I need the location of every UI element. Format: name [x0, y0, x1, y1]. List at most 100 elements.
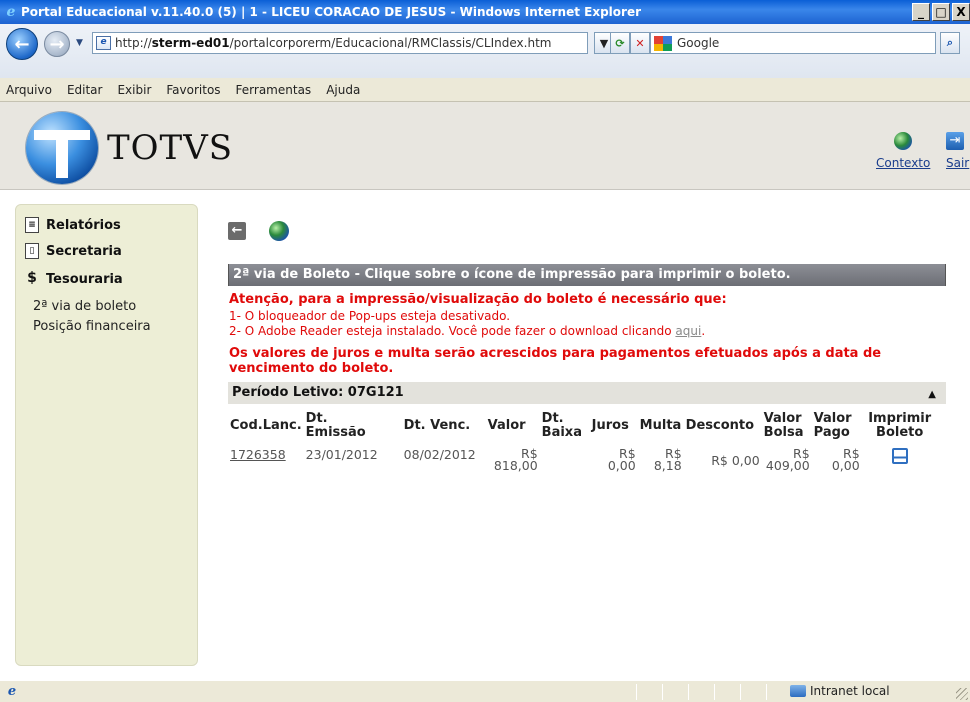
- ie-icon: e: [6, 4, 16, 20]
- warning-item-2-text: 2- O Adobe Reader esteja instalado. Você…: [229, 324, 676, 338]
- cell-multa: R$ 8,18: [638, 444, 684, 476]
- search-input[interactable]: Google: [650, 32, 936, 54]
- zone-label: Intranet local: [810, 684, 890, 698]
- world-icon[interactable]: [269, 221, 289, 241]
- exit-icon: ⇥: [946, 132, 964, 150]
- sidebar-item-tesouraria[interactable]: $ Tesouraria: [25, 271, 123, 287]
- table-header-row: Cod.Lanc. Dt. Emissão Dt. Venc. Valor Dt.…: [228, 408, 938, 444]
- window-title: Portal Educacional v.11.40.0 (5) | 1 - L…: [21, 5, 642, 19]
- col-imprimir: Imprimir Boleto: [862, 408, 938, 444]
- search-placeholder: Google: [677, 36, 720, 50]
- dropdown-arrow-icon: ▼: [599, 36, 609, 50]
- menu-exibir[interactable]: Exibir: [111, 83, 160, 97]
- col-pago-1: Valor: [813, 411, 852, 426]
- status-divider: [662, 684, 663, 700]
- multa-amount: 8,18: [653, 458, 682, 473]
- cell-desconto: R$ 0,00: [711, 453, 760, 468]
- title-bar[interactable]: e Portal Educacional v.11.40.0 (5) | 1 -…: [0, 0, 970, 24]
- menu-ajuda[interactable]: Ajuda: [320, 83, 369, 97]
- warning-title: Atenção, para a impressão/visualização d…: [229, 292, 727, 307]
- sidebar-subitem-posicao[interactable]: Posição financeira: [33, 319, 151, 334]
- sidebar-subitem-boleto[interactable]: 2ª via de boleto: [33, 299, 136, 314]
- col-juros: Juros: [591, 418, 629, 433]
- valor-amount: 818,00: [493, 458, 538, 473]
- back-nav-button[interactable]: ←: [6, 28, 38, 60]
- section-title: 2ª via de Boleto - Clique sobre o ícone …: [228, 264, 946, 286]
- intranet-icon: [790, 685, 806, 697]
- sidebar-item-secretaria[interactable]: ▯ Secretaria: [25, 243, 122, 259]
- col-desconto: Desconto: [685, 418, 755, 433]
- status-divider: [636, 684, 637, 700]
- download-link[interactable]: aqui: [675, 324, 701, 338]
- cell-cod: 1726358: [228, 444, 304, 476]
- resize-grip-icon[interactable]: [956, 688, 968, 700]
- interest-note-line-1: Os valores de juros e multa serão acresc…: [229, 346, 882, 361]
- close-button[interactable]: X: [952, 3, 970, 21]
- cell-pago: R$ 0,00: [812, 444, 862, 476]
- globe-icon: [894, 132, 913, 150]
- menu-arquivo[interactable]: Arquivo: [0, 83, 61, 97]
- menu-favoritos[interactable]: Favoritos: [160, 83, 229, 97]
- context-link[interactable]: Contexto: [876, 156, 930, 170]
- back-arrow-icon: ←: [231, 223, 243, 238]
- col-emissao-2: Emissão: [305, 425, 366, 440]
- clipboard-icon: ▯: [25, 243, 39, 259]
- dollar-icon: $: [27, 270, 37, 286]
- security-zone[interactable]: Intranet local: [790, 684, 890, 698]
- url-prefix: http://: [115, 36, 152, 50]
- sidebar-item-relatorios[interactable]: ≡ Relatórios: [25, 217, 121, 233]
- cell-imprimir: [862, 444, 938, 476]
- col-imprimir-2: Boleto: [876, 425, 924, 440]
- context-button[interactable]: Contexto: [876, 132, 930, 170]
- collapse-icon[interactable]: ▲: [928, 384, 936, 406]
- col-cod: Cod.Lanc.: [230, 418, 302, 433]
- exit-link[interactable]: Sair: [946, 156, 969, 170]
- address-toolbar: ← → ▼ e http://sterm-ed01/portalcorporer…: [0, 24, 970, 78]
- status-bar: e Intranet local: [0, 680, 970, 702]
- maximize-button[interactable]: □: [932, 3, 950, 21]
- col-emissao-1: Dt.: [305, 411, 328, 426]
- col-baixa: Dt. Baixa: [540, 408, 590, 444]
- col-valor: Valor: [487, 418, 526, 433]
- status-divider: [688, 684, 689, 700]
- url-path: /portalcorporerm/Educacional/RMClassis/C…: [229, 36, 552, 50]
- col-emissao: Dt. Emissão: [304, 408, 402, 444]
- warning-item-2: 2- O Adobe Reader esteja instalado. Você…: [229, 324, 705, 338]
- sidebar-item-label: Tesouraria: [46, 271, 123, 287]
- history-dropdown-icon[interactable]: ▼: [76, 38, 83, 48]
- pago-amount: 0,00: [831, 458, 860, 473]
- menu-editar[interactable]: Editar: [61, 83, 112, 97]
- menu-bar: Arquivo Editar Exibir Favoritos Ferramen…: [0, 78, 970, 102]
- back-button[interactable]: ←: [228, 222, 246, 240]
- col-baixa-2: Baixa: [541, 425, 582, 440]
- warning-item-2-end: .: [701, 324, 706, 338]
- totvs-logo-icon: [26, 112, 98, 184]
- report-icon: ≡: [25, 217, 39, 233]
- stop-icon: ✕: [635, 36, 645, 50]
- brand-name: TOTVS: [107, 128, 234, 168]
- refresh-icon: ⟳: [615, 36, 625, 50]
- cell-bolsa: R$ 409,00: [762, 444, 812, 476]
- table-row: 1726358 23/01/2012 08/02/2012 R$ 818,00 R…: [228, 444, 938, 476]
- portal-header: TOTVS Contexto ⇥ Sair: [0, 102, 970, 190]
- address-input[interactable]: e http://sterm-ed01/portalcorporerm/Educ…: [92, 32, 588, 54]
- minimize-button[interactable]: _: [912, 3, 930, 21]
- forward-nav-button[interactable]: →: [44, 31, 70, 57]
- menu-ferramentas[interactable]: Ferramentas: [230, 83, 321, 97]
- cell-venc: 08/02/2012: [403, 447, 476, 462]
- period-header[interactable]: Período Letivo: 07G121 ▲: [228, 382, 946, 404]
- status-divider: [766, 684, 767, 700]
- interest-note: Os valores de juros e multa serão acresc…: [229, 346, 881, 376]
- cell-juros: R$ 0,00: [590, 444, 638, 476]
- sidebar-item-label: Secretaria: [46, 243, 122, 259]
- refresh-button[interactable]: ⟳: [610, 32, 630, 54]
- cell-baixa: [540, 444, 590, 476]
- printer-icon[interactable]: [891, 448, 908, 464]
- exit-button[interactable]: ⇥ Sair: [946, 132, 969, 170]
- col-multa: Multa: [639, 418, 682, 433]
- cod-link[interactable]: 1726358: [230, 447, 286, 462]
- stop-button[interactable]: ✕: [630, 32, 650, 54]
- page-icon: e: [96, 36, 111, 50]
- browser-window: e Portal Educacional v.11.40.0 (5) | 1 -…: [0, 0, 970, 702]
- search-button[interactable]: ⌕: [940, 32, 960, 54]
